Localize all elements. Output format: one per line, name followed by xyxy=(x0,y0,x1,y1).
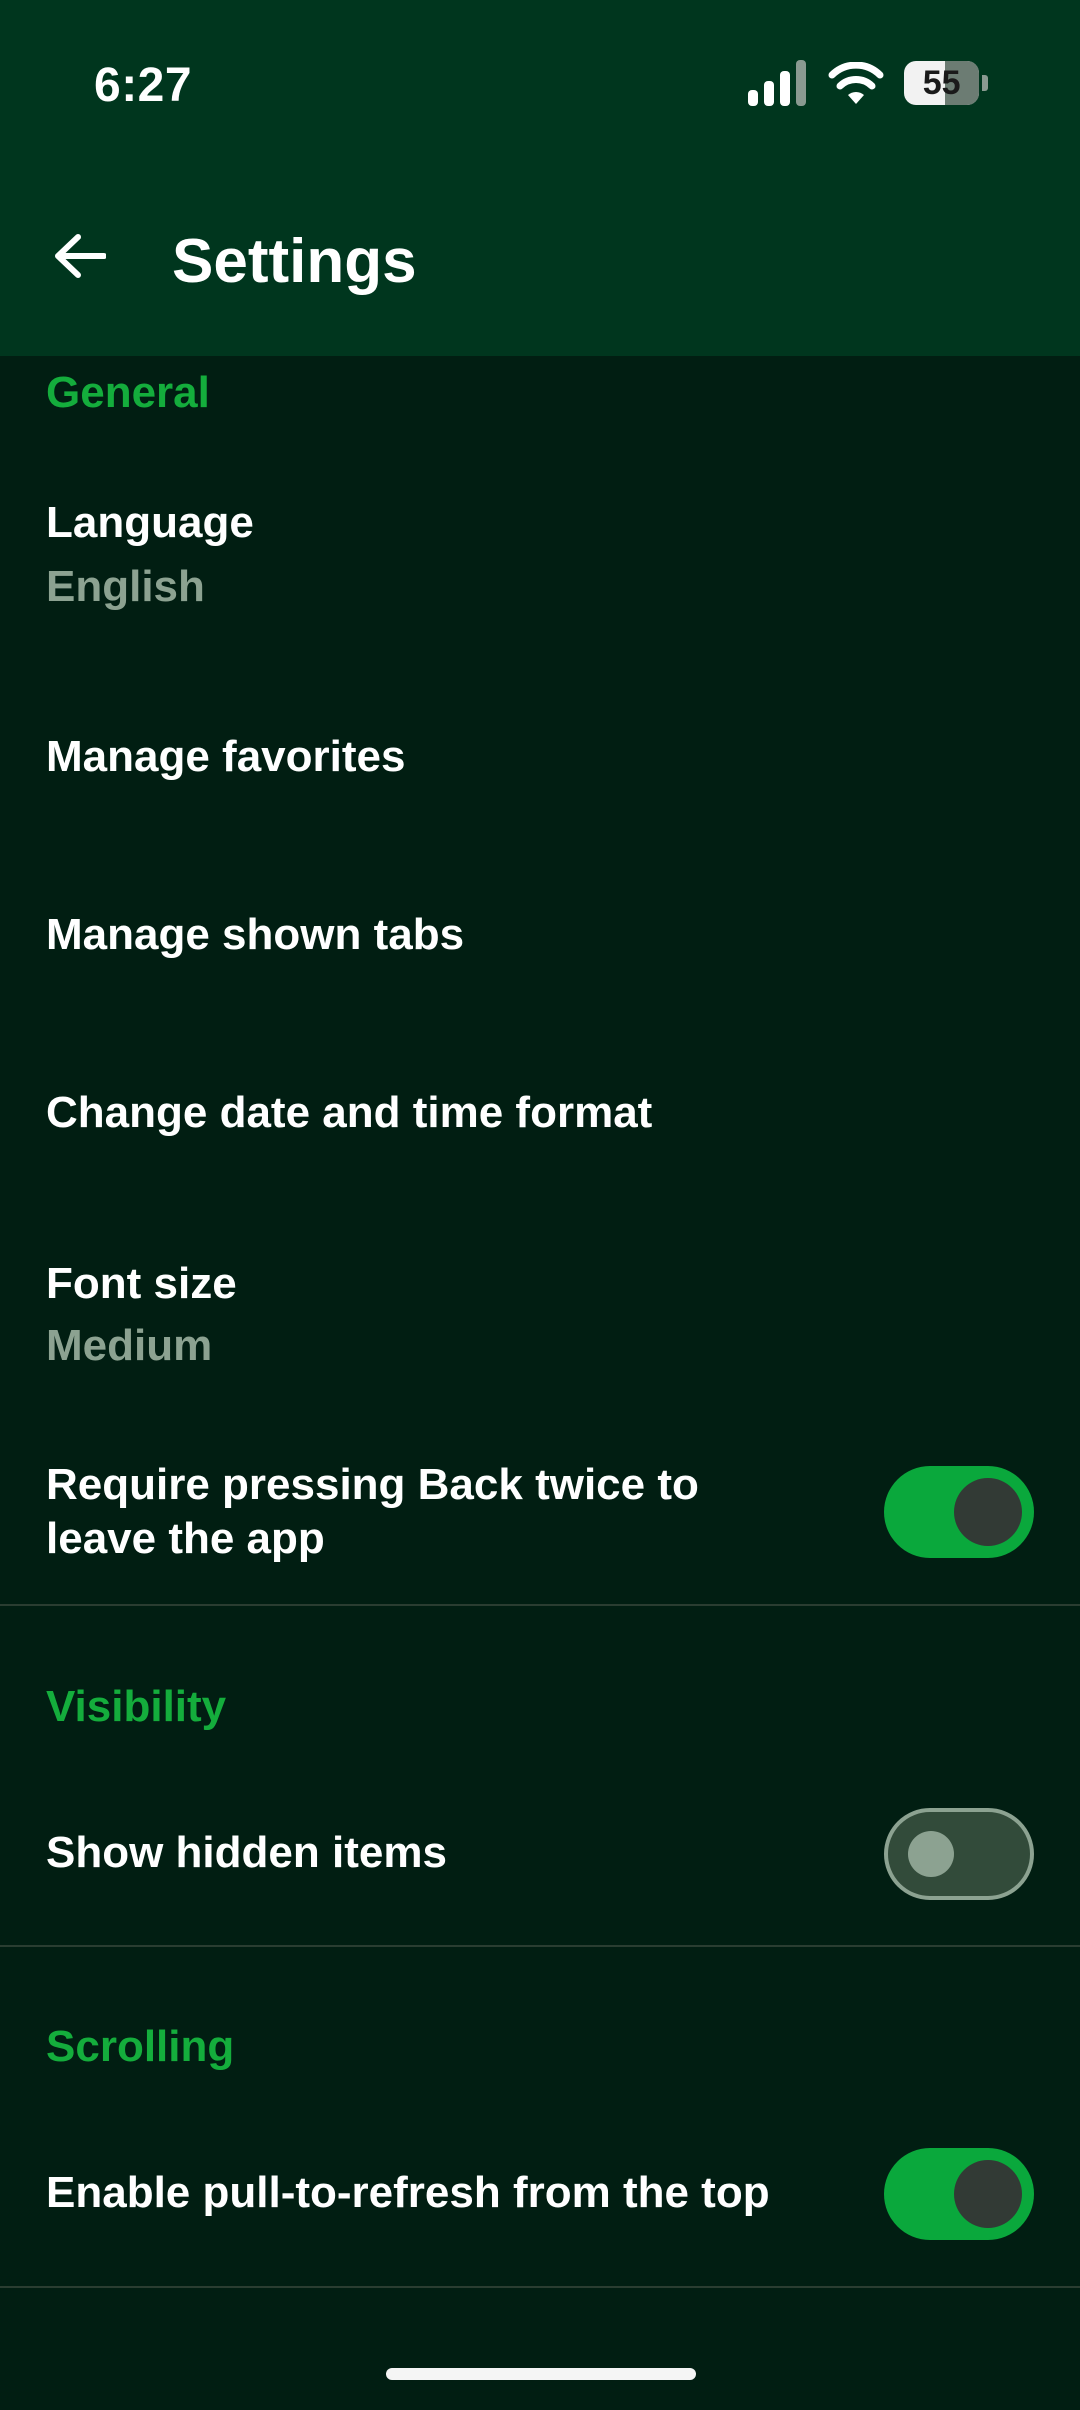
setting-pull-to-refresh[interactable]: Enable pull-to-refresh from the top xyxy=(0,2130,1080,2290)
section-header-visibility: Visibility xyxy=(46,1682,227,1731)
setting-title: Language xyxy=(46,498,254,547)
setting-title: Show hidden items xyxy=(46,1828,447,1877)
setting-manage-shown-tabs[interactable]: Manage shown tabs xyxy=(0,860,1080,1010)
setting-title: Change date and time format xyxy=(46,1088,653,1137)
show-hidden-toggle[interactable] xyxy=(884,1808,1034,1900)
wifi-icon xyxy=(828,62,884,104)
setting-back-twice[interactable]: Require pressing Back twice to leave the… xyxy=(0,1440,1080,1600)
battery-tip xyxy=(982,75,988,91)
setting-date-time-format[interactable]: Change date and time format xyxy=(0,1040,1080,1190)
home-indicator[interactable] xyxy=(386,2368,696,2380)
setting-font-size[interactable]: Font size Medium xyxy=(0,1225,1080,1405)
section-header-scrolling: Scrolling xyxy=(46,2022,235,2071)
section-header-general: General xyxy=(46,368,210,417)
status-time: 6:27 xyxy=(94,59,193,112)
section-divider xyxy=(0,2286,1080,2288)
pull-to-refresh-toggle[interactable] xyxy=(884,2148,1034,2240)
setting-title-line-1: Require pressing Back twice to xyxy=(46,1460,699,1509)
setting-title: Manage shown tabs xyxy=(46,910,465,959)
setting-title: Enable pull-to-refresh from the top xyxy=(46,2168,770,2217)
battery-percent: 55 xyxy=(922,63,961,102)
status-icons: 55 xyxy=(748,60,988,106)
toggle-knob xyxy=(954,1478,1022,1546)
back-twice-toggle[interactable] xyxy=(884,1466,1034,1558)
cellular-signal-icon xyxy=(748,60,806,106)
setting-language[interactable]: Language English xyxy=(0,470,1080,650)
setting-value: Medium xyxy=(46,1321,213,1370)
setting-title-line-2: leave the app xyxy=(46,1514,325,1563)
battery-icon: 55 xyxy=(904,61,988,105)
toggle-knob xyxy=(954,2160,1022,2228)
section-divider xyxy=(0,1945,1080,1947)
back-button[interactable] xyxy=(48,224,112,288)
setting-value: English xyxy=(46,562,205,611)
setting-title: Manage favorites xyxy=(46,732,406,781)
setting-show-hidden-items[interactable]: Show hidden items xyxy=(0,1790,1080,1950)
section-divider xyxy=(0,1604,1080,1606)
battery-level: 55 xyxy=(904,61,980,105)
arrow-left-icon xyxy=(55,234,106,278)
setting-title: Font size xyxy=(46,1259,237,1308)
setting-manage-favorites[interactable]: Manage favorites xyxy=(0,680,1080,830)
page-title: Settings xyxy=(172,227,417,296)
toggle-knob xyxy=(908,1831,954,1877)
app-bar: 6:27 55 Settings xyxy=(0,0,1080,356)
